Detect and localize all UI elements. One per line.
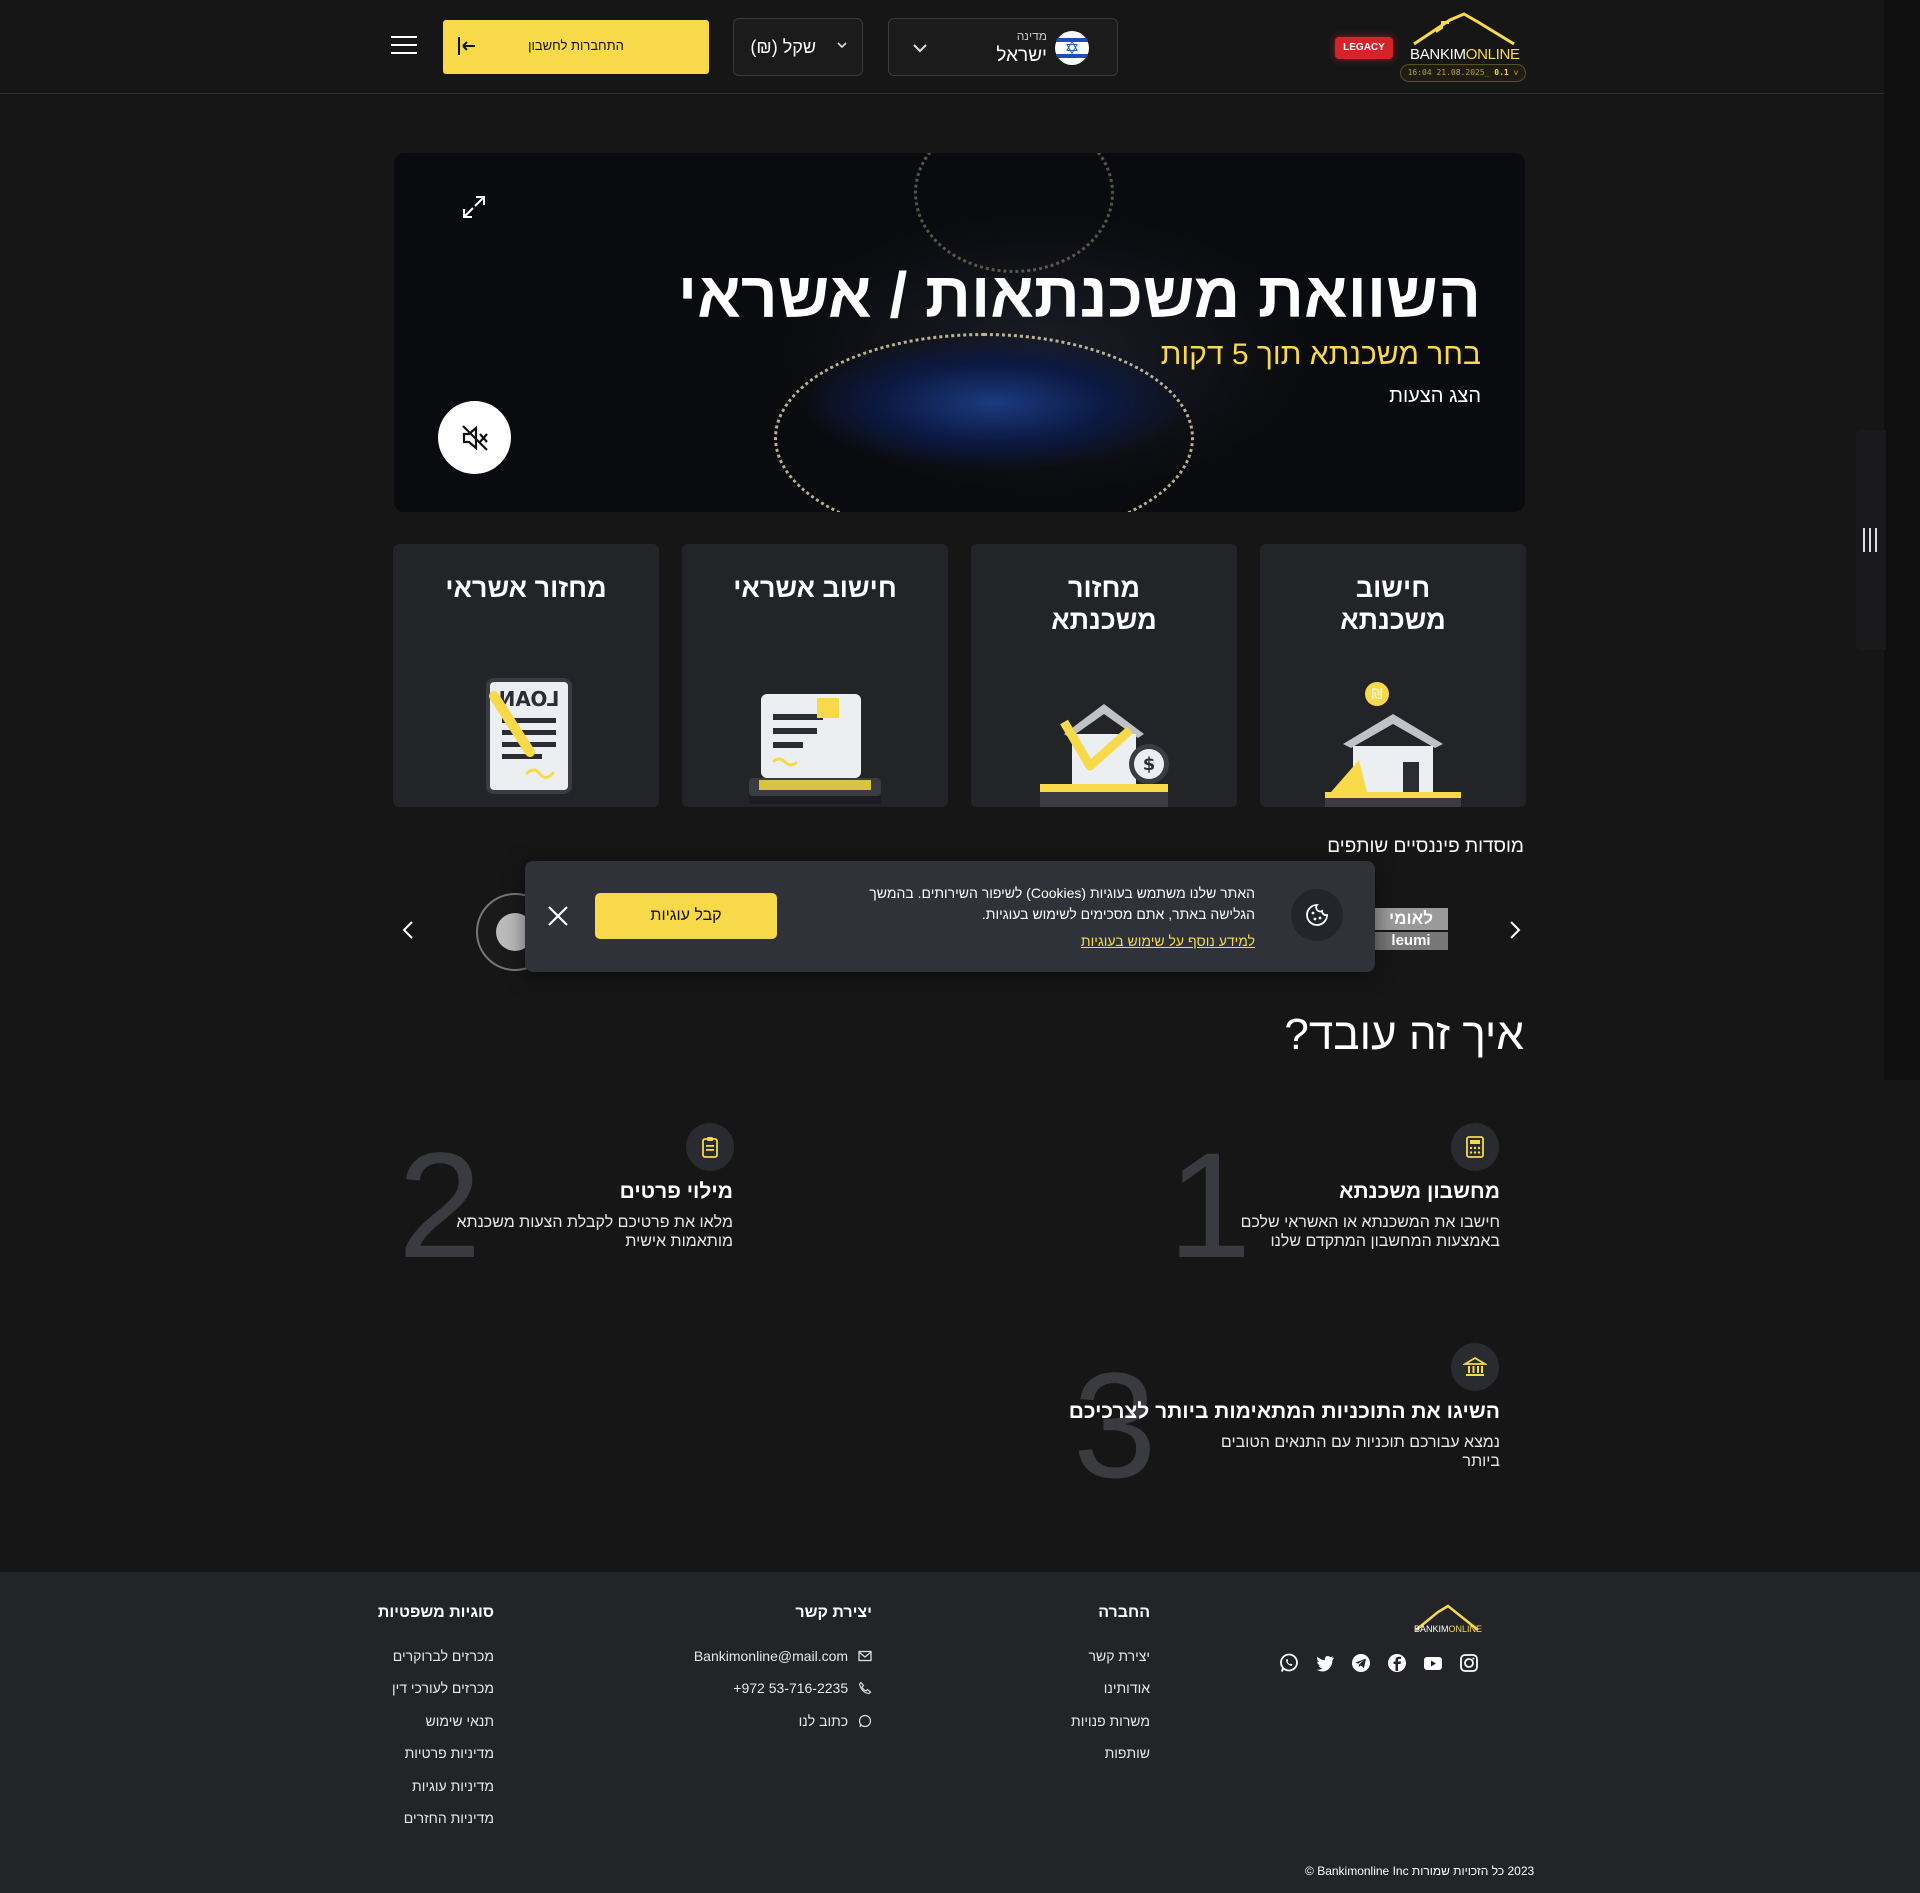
accept-cookies-button[interactable]: קבל עוגיות [595,893,777,939]
footer-contact-title: יצירת קשר [795,1604,872,1621]
site-header: BANKIMONLINE 16:04 21.08.2025_ 0.1 v LEG… [0,0,1884,94]
house-coin-icon: ₪ [1325,682,1461,807]
step-description: מלאו את פרטיכם לקבלת הצעות משכנתא מותאמו… [456,1214,733,1250]
step-number: 3 [1073,1341,1157,1509]
hero-subtitle: בחר משכנתא תוך 5 דקות [1160,338,1481,371]
step-title: מחשבון משכנתא [1339,1180,1500,1203]
footer-email-link[interactable]: Bankimonline@mail.com [694,1648,872,1664]
site-logo[interactable]: BANKIMONLINE 16:04 21.08.2025_ 0.1 v [1400,10,1526,82]
whatsapp-icon [858,1714,872,1728]
phone-icon [858,1681,872,1695]
side-drawer-handle[interactable] [1856,430,1886,650]
svg-text:$: $ [1143,754,1156,775]
calculator-icon [1451,1123,1499,1171]
footer-link-cookies-policy[interactable]: מדיניות עוגיות [412,1778,494,1794]
mute-button[interactable] [438,401,511,474]
speaker-muted-icon [462,425,488,451]
country-label: מדינה [1016,29,1047,43]
menu-icon[interactable] [391,36,417,56]
hero-title: השוואת משכנתאות / אשראי [677,259,1481,331]
chevron-down-icon [837,42,847,49]
card-title: מחזור משכנתא [1051,573,1157,635]
site-footer: BANKIMONLINE החברה יצירת קשר אודותינו מש… [0,1572,1920,1893]
service-card-mortgage-refi[interactable]: מחזור משכנתא $ [971,544,1237,807]
service-card-credit-refi[interactable]: מחזור אשראי LOAN [393,544,659,807]
currency-value: (₪) שקל [750,37,816,57]
service-card-mortgage-calc[interactable]: חישוב משכנתא ₪ [1260,544,1526,807]
instagram-icon[interactable] [1458,1652,1480,1674]
footer-link-lawyer-tenders[interactable]: מכרזים לעורכי דין [392,1680,494,1696]
how-it-works-title: איך זה עובד? [1284,1010,1524,1059]
step-number: 1 [1168,1121,1252,1289]
telegram-icon[interactable] [1350,1652,1372,1674]
footer-link-broker-tenders[interactable]: מכרזים לברוקרים [393,1648,494,1664]
footer-link-partnership[interactable]: שותפות [1105,1745,1150,1761]
whatsapp-icon[interactable] [1278,1652,1300,1674]
partners-title: מוסדות פיננסיים שותפים [1327,836,1524,857]
svg-text:LOAN: LOAN [499,687,560,711]
logo-roof-icon [1413,12,1515,46]
card-title: חישוב משכנתא [1340,573,1446,635]
step-description: חישבו את המשכנתא או האשראי שלכם באמצעות … [1240,1214,1500,1250]
footer-phone-link[interactable]: +972 53-716-2235 [733,1680,872,1696]
expand-icon[interactable] [460,193,488,221]
footer-link-about[interactable]: אודותינו [1104,1680,1150,1696]
chevron-down-icon [913,44,927,53]
cookie-text: האתר שלנו משתמש בעוגיות (Cookies) לשיפור… [869,885,1255,922]
cookie-banner: האתר שלנו משתמש בעוגיות (Cookies) לשיפור… [525,861,1375,972]
clipboard-icon [686,1123,734,1171]
chevron-left-icon[interactable] [398,918,418,942]
hero-lights [914,153,1114,273]
footer-link-contact[interactable]: יצירת קשר [1089,1648,1150,1664]
cookie-icon [1291,889,1343,941]
show-offers-link[interactable]: הצג הצעות [1389,385,1481,408]
footer-link-refund-policy[interactable]: מדיניות החזרים [404,1810,494,1826]
card-title: מחזור אשראי [445,573,607,603]
hero-lights [774,333,1194,512]
footer-company-title: החברה [1098,1604,1150,1621]
step-title: השיגו את התוכניות המתאימות ביותר לצרכיכם [1068,1400,1500,1423]
svg-text:₪: ₪ [1372,687,1383,703]
bank-icon [1451,1343,1499,1391]
service-card-credit-calc[interactable]: חישוב אשראי [682,544,948,807]
close-icon[interactable] [545,903,571,929]
country-select[interactable]: ✡ מדינה ישראל [888,18,1118,76]
cookie-policy-link[interactable]: למידע נוסף על שימוש בעוגיות [1081,933,1255,949]
step-number: 2 [398,1121,482,1289]
card-title: חישוב אשראי [733,573,897,603]
facebook-icon[interactable] [1386,1652,1408,1674]
logo-text: BANKIMONLINE [1410,46,1520,63]
footer-legal-title: סוגיות משפטיות [377,1604,494,1621]
login-button[interactable]: התחברות לחשבון [443,20,709,74]
footer-logo-text: BANKIMONLINE [1414,1624,1483,1634]
hero-banner: השוואת משכנתאות / אשראי בחר משכנתא תוך 5… [394,153,1525,512]
country-value: ישראל [996,45,1047,66]
step-title: מילוי פרטים [619,1180,733,1203]
israel-flag-icon: ✡ [1055,31,1089,65]
step-description: נמצא עבורכם תוכניות עם התנאים הטובים ביו… [1220,1434,1500,1470]
footer-link-privacy[interactable]: מדיניות פרטיות [405,1745,494,1761]
footer-whatsapp-link[interactable]: כתוב לנו [799,1713,872,1729]
loan-document-icon: LOAN [486,678,572,794]
footer-link-terms[interactable]: תנאי שימוש [426,1713,495,1729]
footer-link-jobs[interactable]: משרות פנויות [1071,1713,1150,1729]
currency-select[interactable]: (₪) שקל [733,18,863,76]
login-label: התחברות לחשבון [528,38,624,53]
version-badge: 16:04 21.08.2025_ 0.1 v [1400,64,1526,82]
partner-logo-leumi[interactable]: לאומי leumi [1374,908,1448,950]
legacy-badge[interactable]: LEGACY [1335,37,1393,59]
youtube-icon[interactable] [1422,1652,1444,1674]
chevron-right-icon[interactable] [1505,918,1525,942]
mail-icon [858,1650,872,1662]
laptop-document-icon [749,694,881,804]
house-refinance-icon: $ [1040,704,1169,807]
twitter-icon[interactable] [1314,1652,1336,1674]
side-strip [1884,0,1920,1080]
copyright-text: 2023 כל הזכויות שמורות Bankimonline Inc … [1305,1864,1535,1878]
